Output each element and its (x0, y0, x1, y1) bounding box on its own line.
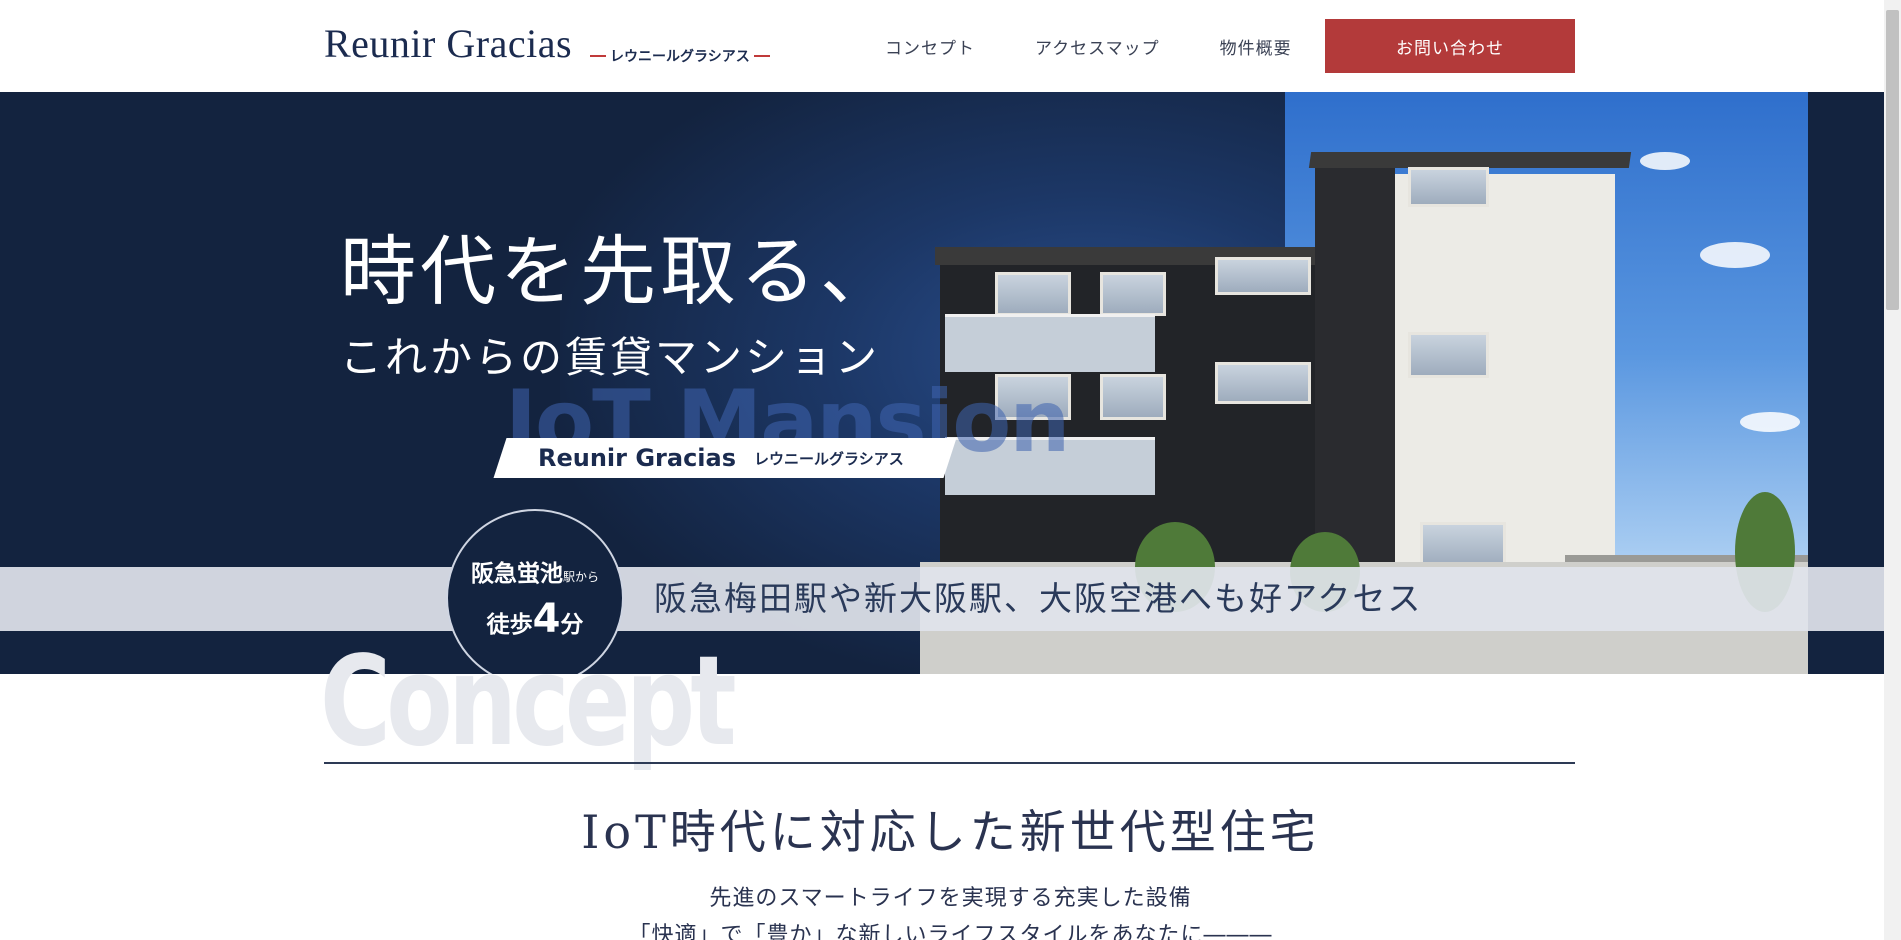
hero-subtitle: これからの賃貸マンション (340, 333, 881, 382)
site-logo[interactable]: Reunir Gracias レウニールグラシアス (324, 20, 774, 67)
building-window (995, 272, 1071, 316)
hero-title: 時代を先取る、 (340, 227, 900, 316)
cloud (1700, 242, 1770, 268)
badge-station-line: 阪急蛍池駅から (471, 554, 599, 588)
hero-banner: IoT Mansion 時代を先取る、 これからの賃貸マンション Reunir … (0, 92, 1901, 674)
building-roof-right (1308, 152, 1632, 168)
logo-katakana: レウニールグラシアス (586, 46, 774, 66)
cloud (1740, 412, 1800, 432)
concept-divider (324, 762, 1575, 764)
cloud (1640, 152, 1690, 170)
scrollbar-thumb[interactable] (1886, 10, 1899, 310)
brand-plate-text: Reunir Gracias レウニールグラシアス (538, 441, 904, 475)
badge-from: 駅から (562, 570, 599, 584)
site-header: Reunir Gracias レウニールグラシアス コンセプト アクセスマップ … (0, 0, 1901, 92)
concept-watermark: Concept (320, 630, 737, 774)
concept-text-line2: 「快適」で「豊か」な新しいライフスタイルをあなたに――― (628, 923, 1273, 940)
concept-heading: IoT時代に対応した新世代型住宅 (581, 805, 1320, 859)
building-window (1215, 257, 1311, 295)
building-window (1408, 332, 1489, 378)
building-window (1215, 362, 1311, 404)
page: Reunir Gracias レウニールグラシアス コンセプト アクセスマップ … (0, 0, 1901, 940)
logo-wordmark: Reunir Gracias (324, 21, 573, 66)
brand-plate-katakana: レウニールグラシアス (754, 449, 904, 468)
main-nav: コンセプト アクセスマップ 物件概要 (885, 34, 1292, 59)
logo-dash-left (590, 55, 607, 57)
nav-property-overview[interactable]: 物件概要 (1220, 34, 1292, 59)
nav-access-map[interactable]: アクセスマップ (1035, 34, 1160, 59)
building-window (1100, 374, 1166, 420)
logo-dash-right (753, 55, 770, 57)
logo-katakana-text: レウニールグラシアス (610, 49, 750, 65)
brand-plate-name: Reunir Gracias (538, 444, 737, 472)
access-text: 阪急梅田駅や新大阪駅、大阪空港へも好アクセス (654, 579, 1423, 618)
building-window (1100, 272, 1166, 316)
concept-text-line1: 先進のスマートライフを実現する充実した設備 (709, 886, 1192, 911)
building-window (1408, 167, 1489, 207)
contact-button[interactable]: お問い合わせ (1325, 19, 1575, 73)
nav-concept[interactable]: コンセプト (885, 34, 975, 59)
badge-station: 阪急蛍池 (470, 561, 563, 587)
building-balcony (945, 314, 1155, 372)
